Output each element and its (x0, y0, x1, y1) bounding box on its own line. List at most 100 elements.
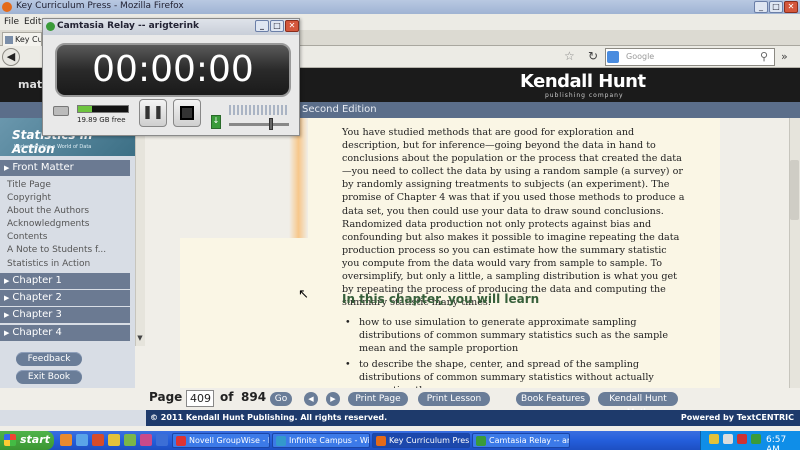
quicklaunch-icon[interactable] (124, 434, 136, 446)
content-scroll-thumb[interactable] (790, 160, 799, 220)
link-statistics-in-action[interactable]: Statistics in Action (7, 259, 90, 269)
task-groupwise[interactable]: Novell GroupWise - M... (172, 433, 270, 448)
sidebar: Statistics in Action Understanding a Wor… (0, 118, 135, 388)
task-label: Key Curriculum Press ... (389, 436, 470, 445)
section-chapter-1[interactable]: ▶ Chapter 1 (0, 273, 130, 289)
minimize-button[interactable]: _ (754, 1, 768, 13)
expand-arrow-icon: ▶ (4, 294, 10, 302)
quicklaunch-icon[interactable] (108, 434, 120, 446)
menu-file[interactable]: File (4, 17, 19, 27)
audio-level-meter (229, 105, 289, 115)
microphone-icon[interactable]: ↓ (211, 115, 221, 129)
volume-slider-thumb[interactable] (269, 118, 273, 130)
quicklaunch-icon[interactable] (156, 434, 168, 446)
link-copyright[interactable]: Copyright (7, 193, 51, 203)
section-chapter-3[interactable]: ▶ Chapter 3 (0, 307, 130, 323)
camtasia-icon (46, 22, 55, 31)
sidebar-scrollbar[interactable] (135, 118, 145, 346)
copyright-text: © 2011 Kendall Hunt Publishing. All righ… (150, 413, 388, 422)
windows-taskbar: start Novell GroupWise - M... Infinite C… (0, 431, 800, 450)
quicklaunch-icon[interactable] (92, 434, 104, 446)
exit-book-button[interactable]: Exit Book (16, 370, 82, 384)
tray-icon[interactable] (751, 434, 761, 444)
kendall-hunt-math-button[interactable]: Kendall Hunt Math (598, 392, 678, 418)
close-button[interactable]: ✕ (784, 1, 798, 13)
section-chapter-2[interactable]: ▶ Chapter 2 (0, 290, 130, 306)
print-lesson-button[interactable]: Print Lesson (418, 392, 490, 406)
reload-icon[interactable]: ↻ (588, 49, 598, 63)
prev-page-icon[interactable]: ◀ (304, 392, 318, 406)
book-features-button[interactable]: Book Features (516, 392, 590, 406)
camtasia-icon (476, 436, 486, 446)
task-infinite-campus[interactable]: Infinite Campus - Win... (272, 433, 370, 448)
task-key-curriculum[interactable]: Key Curriculum Press ... (372, 433, 470, 448)
link-acknowledgments[interactable]: Acknowledgments (7, 219, 89, 229)
tab-label: Key Curriculum... (15, 35, 41, 44)
page-number-input[interactable]: 409 (186, 390, 214, 407)
kendall-hunt-logo: Kendall Hunt (520, 71, 646, 92)
camtasia-relay-window[interactable]: Camtasia Relay -- arigterink _ □ ✕ 00:00… (42, 18, 300, 136)
section-chapter-4[interactable]: ▶ Chapter 4 (0, 325, 130, 341)
list-item-text: how to use simulation to generate approx… (359, 317, 669, 354)
content-scrollbar[interactable] (789, 118, 800, 388)
pause-button[interactable]: ❚❚ (139, 99, 167, 127)
page-accent (150, 118, 308, 238)
camtasia-titlebar[interactable]: Camtasia Relay -- arigterink _ □ ✕ (43, 19, 299, 35)
task-label: Infinite Campus - Win... (289, 436, 370, 445)
section-label: Chapter 2 (12, 292, 62, 303)
quicklaunch-icon[interactable] (60, 434, 72, 446)
section-front-matter[interactable]: ▶ Front Matter (0, 160, 130, 176)
expand-arrow-icon: ▶ (4, 329, 10, 337)
go-button[interactable]: Go (270, 392, 292, 406)
camtasia-close-button[interactable]: ✕ (285, 20, 299, 32)
tray-icon[interactable] (709, 434, 719, 444)
scroll-down-arrow-icon[interactable]: ▼ (135, 334, 145, 346)
camtasia-minimize-button[interactable]: _ (255, 20, 269, 32)
mouse-cursor-icon: ↖ (298, 287, 309, 302)
link-contents[interactable]: Contents (7, 232, 47, 242)
section-label: Front Matter (12, 162, 74, 173)
browser-tab[interactable]: Key Curriculum... (2, 32, 42, 46)
maximize-button[interactable]: □ (769, 1, 783, 13)
expand-arrow-icon: ▶ (4, 311, 10, 319)
tray-icon[interactable] (737, 434, 747, 444)
quicklaunch-icon[interactable] (76, 434, 88, 446)
footer-spacer (0, 410, 146, 426)
google-icon[interactable] (607, 51, 619, 63)
ie-icon (276, 436, 286, 446)
section-label: Chapter 4 (12, 327, 62, 338)
back-button[interactable]: ◀ (2, 48, 20, 66)
quicklaunch-icon[interactable] (140, 434, 152, 446)
feedback-button[interactable]: Feedback (16, 352, 82, 366)
start-button[interactable]: start (0, 431, 54, 450)
bookmark-star-icon[interactable]: ☆ (564, 49, 575, 63)
search-magnifier-icon[interactable]: ⚲ (760, 50, 768, 63)
favicon-icon (5, 36, 13, 44)
groupwise-icon (176, 436, 186, 446)
taskbar-clock: 6:57 AM (766, 435, 787, 450)
search-input[interactable]: Google (605, 48, 775, 66)
disk-free-label: 19.89 GB free (77, 116, 126, 124)
camtasia-title: Camtasia Relay -- arigterink (57, 21, 199, 31)
link-note-to-students[interactable]: A Note to Students f... (7, 245, 106, 255)
menu-edit[interactable]: Edit (24, 17, 41, 27)
powered-by-text: Powered by TextCENTRIC (680, 413, 794, 422)
tray-icon[interactable] (723, 434, 733, 444)
list-item: • how to use simulation to generate appro… (345, 317, 669, 354)
camtasia-maximize-button[interactable]: □ (270, 20, 284, 32)
print-page-button[interactable]: Print Page (348, 392, 408, 406)
stop-button[interactable] (173, 99, 201, 127)
volume-slider-track[interactable] (229, 123, 289, 126)
edition-label: Second Edition (302, 104, 377, 115)
total-pages: 894 (241, 390, 267, 404)
task-label: Camtasia Relay -- ari... (489, 436, 570, 445)
page-navigation: Page 409 of 894 Go ◀ ▶ Print Page Print … (146, 388, 800, 418)
windows-flag-icon (4, 434, 16, 446)
link-about-authors[interactable]: About the Authors (7, 206, 89, 216)
recording-timer: 00:00:00 (55, 43, 291, 97)
chapter-intro-paragraph: You have studied methods that are good f… (342, 127, 685, 309)
task-camtasia[interactable]: Camtasia Relay -- ari... (472, 433, 570, 448)
link-title-page[interactable]: Title Page (7, 180, 51, 190)
toolbar-overflow-icon[interactable]: » (781, 50, 788, 63)
next-page-icon[interactable]: ▶ (326, 392, 340, 406)
